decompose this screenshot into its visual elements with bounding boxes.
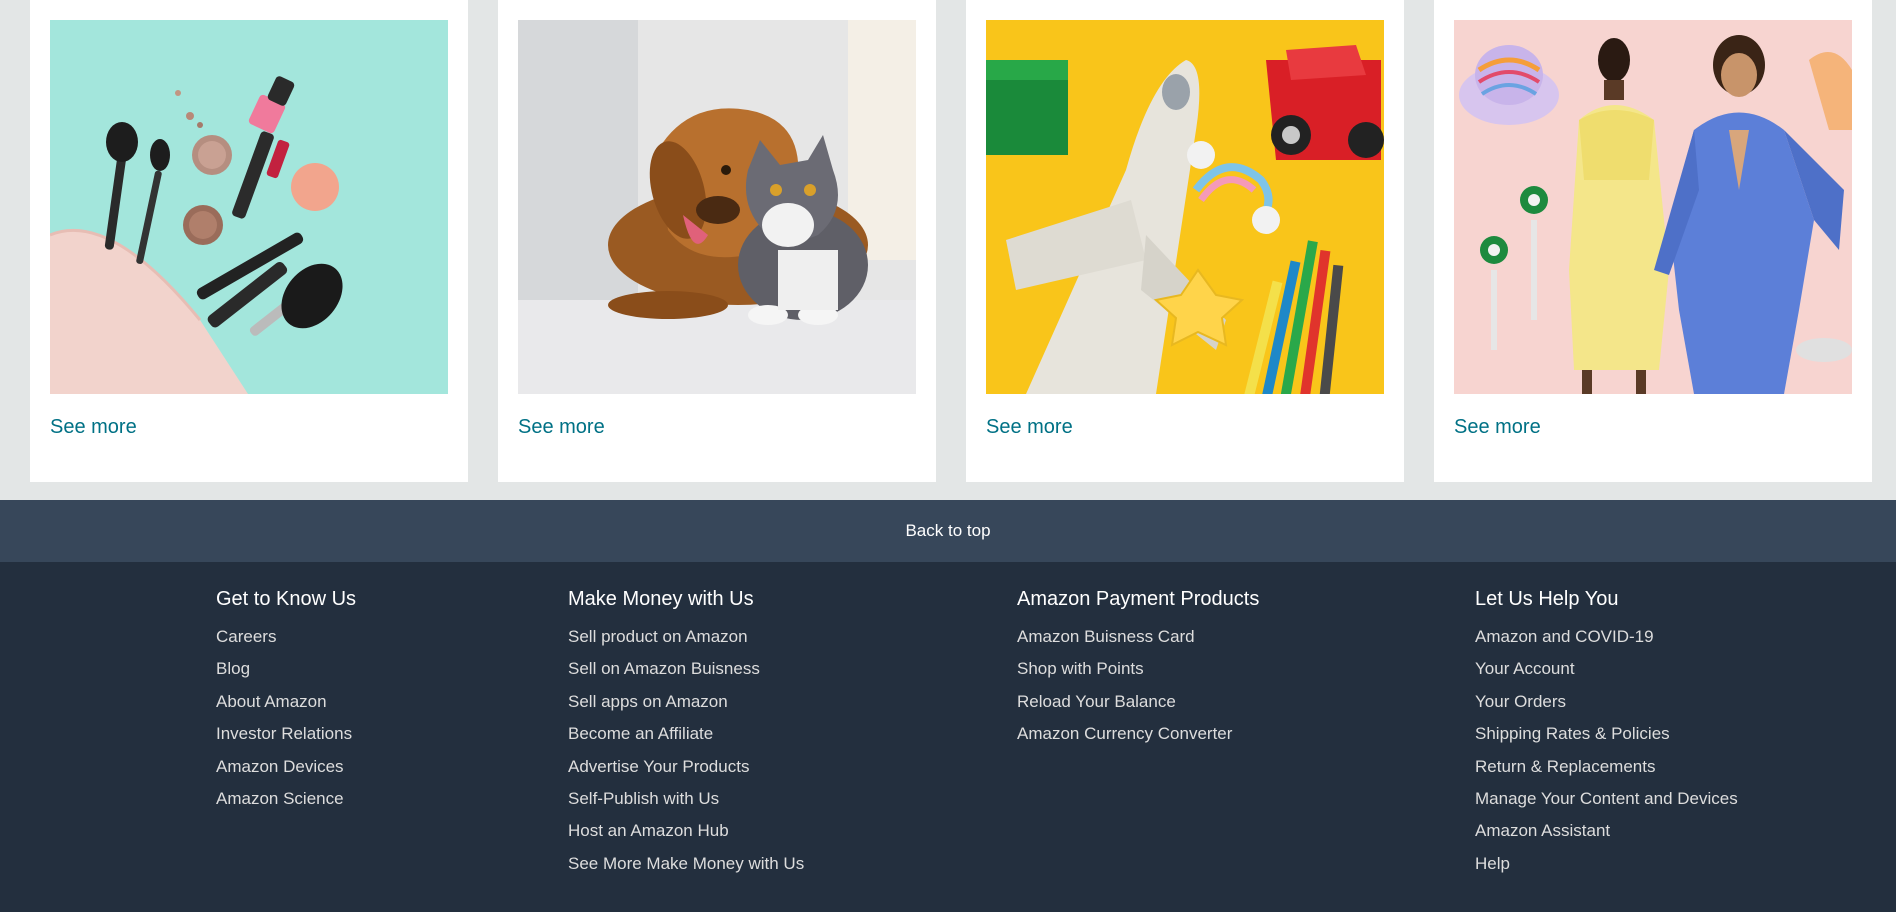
see-more-link[interactable]: See more bbox=[1454, 416, 1541, 439]
footer-link[interactable]: Help bbox=[1475, 848, 1738, 880]
footer-link[interactable]: About Amazon bbox=[216, 686, 356, 718]
footer-link[interactable]: Amazon Devices bbox=[216, 751, 356, 783]
footer-link[interactable]: Amazon Science bbox=[216, 783, 356, 815]
footer-link[interactable]: Careers bbox=[216, 621, 356, 653]
footer-link[interactable]: Blog bbox=[216, 653, 356, 685]
footer-link[interactable]: Sell on Amazon Buisness bbox=[568, 653, 804, 685]
footer-link[interactable]: See More Make Money with Us bbox=[568, 848, 804, 880]
see-more-link[interactable]: See more bbox=[50, 416, 137, 439]
footer-column-heading: Amazon Payment Products bbox=[1017, 588, 1260, 610]
footer-link[interactable]: Your Orders bbox=[1475, 686, 1738, 718]
footer-link[interactable]: Amazon Currency Converter bbox=[1017, 718, 1259, 750]
footer-link[interactable]: Self-Publish with Us bbox=[568, 783, 804, 815]
footer-link[interactable]: Reload Your Balance bbox=[1017, 686, 1259, 718]
pets-image[interactable] bbox=[518, 20, 916, 394]
footer-column-make-money: Make Money with Us Sell product on Amazo… bbox=[568, 588, 804, 880]
see-more-link[interactable]: See more bbox=[518, 416, 605, 439]
footer-link[interactable]: Shop with Points bbox=[1017, 653, 1259, 685]
category-card-fashion: See more bbox=[1434, 0, 1872, 482]
back-to-top-button[interactable]: Back to top bbox=[0, 500, 1896, 562]
category-card-pets: See more bbox=[498, 0, 936, 482]
footer-link[interactable]: Sell product on Amazon bbox=[568, 621, 804, 653]
footer-link[interactable]: Return & Replacements bbox=[1475, 751, 1738, 783]
category-card-toys: See more bbox=[966, 0, 1404, 482]
footer-link[interactable]: Your Account bbox=[1475, 653, 1738, 685]
category-cards-row: See more See more See more See more bbox=[0, 0, 1896, 482]
footer-column-help: Let Us Help You Amazon and COVID-19 Your… bbox=[1475, 588, 1738, 880]
footer-column-heading: Get to Know Us bbox=[216, 588, 357, 610]
footer-link[interactable]: Amazon Buisness Card bbox=[1017, 621, 1259, 653]
footer-link[interactable]: Investor Relations bbox=[216, 718, 356, 750]
footer-link[interactable]: Manage Your Content and Devices bbox=[1475, 783, 1738, 815]
footer-link[interactable]: Host an Amazon Hub bbox=[568, 815, 804, 847]
footer-link[interactable]: Amazon and COVID-19 bbox=[1475, 621, 1738, 653]
footer-link[interactable]: Amazon Assistant bbox=[1475, 815, 1738, 847]
footer-column-payment-products: Amazon Payment Products Amazon Buisness … bbox=[1017, 588, 1259, 751]
footer-link[interactable]: Become an Affiliate bbox=[568, 718, 804, 750]
footer-column-get-to-know-us: Get to Know Us Careers Blog About Amazon… bbox=[216, 588, 356, 815]
fashion-image[interactable] bbox=[1454, 20, 1852, 394]
footer-link[interactable]: Shipping Rates & Policies bbox=[1475, 718, 1738, 750]
toys-image[interactable] bbox=[986, 20, 1384, 394]
footer-column-heading: Make Money with Us bbox=[568, 588, 754, 610]
footer-column-heading: Let Us Help You bbox=[1475, 588, 1619, 610]
footer-nav: Get to Know Us Careers Blog About Amazon… bbox=[0, 562, 1896, 912]
see-more-link[interactable]: See more bbox=[986, 416, 1073, 439]
category-card-beauty: See more bbox=[30, 0, 468, 482]
beauty-image[interactable] bbox=[50, 20, 448, 394]
footer-link[interactable]: Advertise Your Products bbox=[568, 751, 804, 783]
footer-link[interactable]: Sell apps on Amazon bbox=[568, 686, 804, 718]
